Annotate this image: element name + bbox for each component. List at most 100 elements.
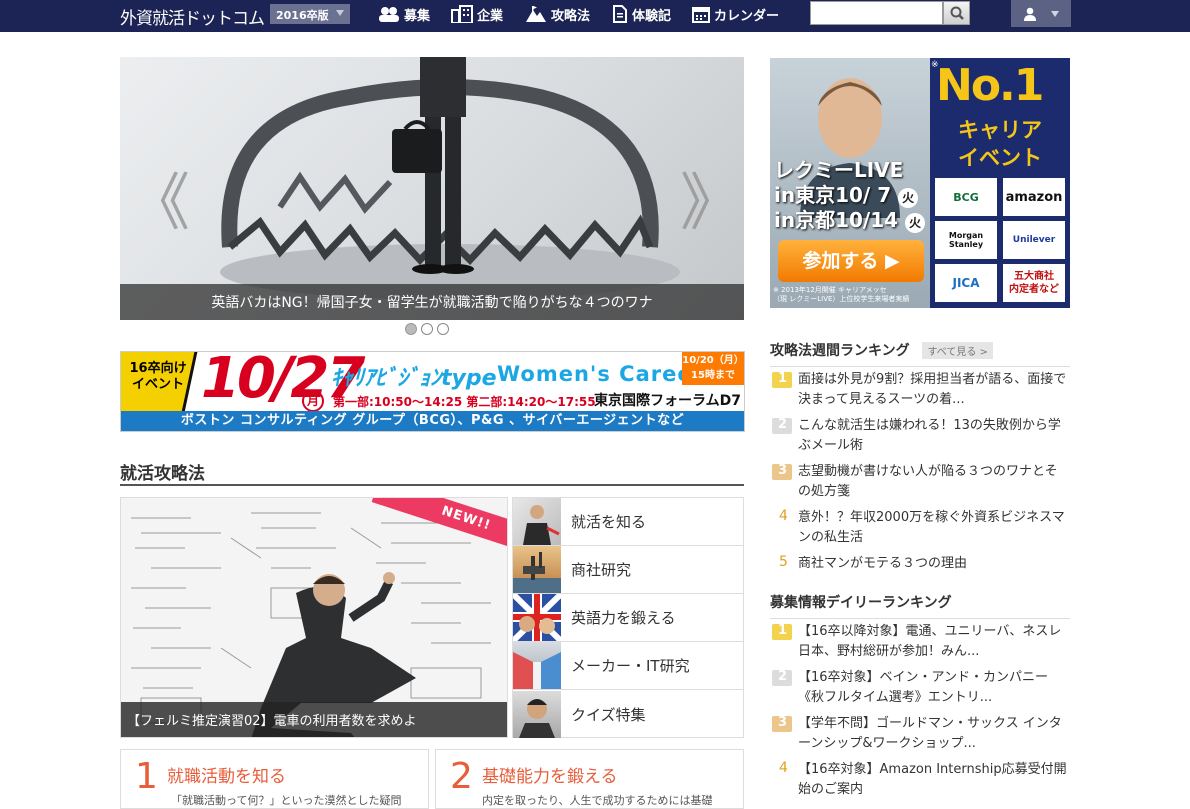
- next-slide-arrow[interactable]: 》: [680, 152, 742, 242]
- nav-item-recruit[interactable]: 募集: [378, 0, 430, 28]
- logo-jica: JICA: [935, 264, 997, 302]
- menu-item-label: メーカー・IT研究: [571, 657, 690, 675]
- logo-bcg: BCG: [935, 178, 997, 216]
- nav-item-calendar[interactable]: カレンダー: [692, 0, 779, 28]
- slider-dots: [405, 323, 449, 335]
- menu-item-maker-it[interactable]: メーカー・IT研究: [513, 642, 743, 690]
- logo-morgan-stanley: Morgan Stanley: [935, 221, 997, 259]
- slider-dot[interactable]: [405, 323, 417, 335]
- logo-unilever: Unilever: [1003, 221, 1065, 259]
- search-button[interactable]: [943, 1, 970, 25]
- nav-item-label: 募集: [404, 8, 431, 24]
- logo-trading-companies: 五大商社 内定者など: [1003, 264, 1065, 302]
- step-box-1[interactable]: 1 就職活動を知る 「就職活動って何？」といった漠然とした疑問: [120, 749, 429, 809]
- ranking-item-text: 【16卒以降対象】電通、ユニリーバ、ネスレ日本、野村総研が参加！みん...: [798, 624, 1062, 659]
- chevron-down-icon: [1051, 10, 1059, 17]
- menu-item-job-hunting[interactable]: 就活を知る: [513, 498, 743, 546]
- menu-item-quiz[interactable]: クイズ特集: [513, 690, 743, 738]
- nav-item-companies[interactable]: 企業: [451, 0, 503, 28]
- ad-live: レクミーLIVE: [774, 158, 904, 182]
- rank-number: 4: [779, 508, 788, 524]
- site-logo[interactable]: 外資就活ドットコム: [120, 4, 265, 29]
- search-input[interactable]: [810, 1, 943, 25]
- rank-number-text: 2: [778, 669, 788, 684]
- ranking-item[interactable]: 4 【16卒対象】Amazon Internship応募受付開始のご案内: [770, 760, 1070, 800]
- banner-womens-career: Women's Career: [497, 362, 704, 386]
- rank-number: 1: [770, 622, 798, 644]
- step-title: 基礎能力を鍛える: [482, 767, 618, 787]
- rank-number: 2: [770, 668, 798, 690]
- sidebar-ad[interactable]: レクミーLIVE in東京10/ 7 火 in京都10/14 火 参加する ▶ …: [770, 58, 1070, 308]
- year-select[interactable]: 2016卒版: [270, 4, 350, 24]
- step-box-2[interactable]: 2 基礎能力を鍛える 内定を取ったり、人生で成功するためには基礎: [435, 749, 744, 809]
- event-banner[interactable]: 16卒向け イベント 10/27 月 ｷｬﾘｱﾋﾞｼﾞｮﾝtype Women'…: [120, 351, 745, 432]
- ranking-item[interactable]: 3 【学年不問】ゴールドマン・サックス インターンシップ&ワークショップ...: [770, 714, 1070, 754]
- nav-item-label: 企業: [477, 8, 504, 24]
- banner-deadline: 10/20（月） 15時まで: [682, 352, 744, 385]
- ad-fineprint-line: （現 レクミーLIVE）上位校学生来場者実績: [773, 295, 910, 303]
- rank-number-text: 2: [778, 417, 788, 432]
- hero-slider[interactable]: 《 》 英語バカはNG！帰国子女・留学生が就職活動で陥りがちな４つのワナ: [120, 57, 744, 320]
- crown-icon: 1: [772, 623, 792, 640]
- nav-item-label: 体験記: [632, 8, 672, 24]
- ad-fineprint: ※ 2013年12月開催 キャリアメッセ （現 レクミーLIVE）上位校学生来場者…: [773, 286, 909, 304]
- banner-tag: 16卒向け イベント: [121, 352, 198, 412]
- ranking-item[interactable]: 4 意外！？年収2000万を稼ぐ外資系ビジネスマンの私生活: [770, 508, 1070, 548]
- menu-item-trading-company[interactable]: 商社研究: [513, 546, 743, 594]
- ranking-item-text: 志望動機が書けない人が陥る３つのワナとその処方箋: [798, 464, 1058, 499]
- feature-article[interactable]: NEW!! 【フェルミ推定演習02】電車の利用者数を求めよ: [120, 497, 508, 738]
- crown-icon: 2: [772, 669, 792, 686]
- ad-join-button[interactable]: 参加する ▶: [778, 240, 924, 282]
- nav-item-strategy[interactable]: 攻略法: [525, 0, 590, 28]
- ranking-item[interactable]: 2 【16卒対象】ベイン・アンド・カンパニー《秋フルタイム選考》エントリ...: [770, 668, 1070, 708]
- ranking-item[interactable]: 1 【16卒以降対象】電通、ユニリーバ、ネスレ日本、野村総研が参加！みん...: [770, 622, 1070, 662]
- nav-item-stories[interactable]: 体験記: [612, 0, 671, 28]
- slider-dot[interactable]: [437, 323, 449, 335]
- hero-caption[interactable]: 英語バカはNG！帰国子女・留学生が就職活動で陥りがちな４つのワナ: [120, 284, 744, 320]
- hero-image: [220, 57, 680, 300]
- ad-kyoto-date: in京都10/14: [774, 208, 899, 232]
- rank-number: 4: [779, 760, 788, 776]
- ad-weekday-badge: 火: [905, 213, 926, 233]
- menu-item-english[interactable]: 英語力を鍛える: [510, 591, 743, 644]
- ranking-item[interactable]: 5 商社マンがモテる３つの理由: [770, 554, 1070, 576]
- menu-thumb-image: [510, 591, 564, 644]
- banner-venue: 東京国際フォーラムD7: [594, 393, 741, 409]
- slider-dot[interactable]: [421, 323, 433, 335]
- ranking-item[interactable]: 3 志望動機が書けない人が陥る３つのワナとその処方箋: [770, 462, 1070, 502]
- rank-number-text: 3: [778, 715, 788, 730]
- ranking-item-text: 【16卒対象】Amazon Internship応募受付開始のご案内: [798, 762, 1067, 797]
- section-title: 就活攻略法: [120, 459, 744, 486]
- ad-tokyo-date: in東京10/ 7: [774, 183, 892, 207]
- step-number: 2: [450, 756, 473, 797]
- rank-number-text: 1: [778, 623, 788, 638]
- strategy-menu: 就活を知る 商社研究 英語力を鍛える メーカー・IT研究 クイズ特集: [510, 497, 744, 738]
- daily-ranking-list: 1 【16卒以降対象】電通、ユニリーバ、ネスレ日本、野村総研が参加！みん... 2 【…: [770, 622, 1070, 806]
- see-all-link[interactable]: すべて見る >: [922, 342, 993, 359]
- banner-weekday: 月: [302, 390, 324, 412]
- search-icon: [950, 6, 964, 20]
- prev-slide-arrow[interactable]: 《: [128, 152, 190, 242]
- user-menu-button[interactable]: [1011, 0, 1071, 27]
- ad-tokyo: in東京10/ 7 火: [774, 183, 925, 208]
- user-icon: [1024, 7, 1036, 21]
- weekly-ranking-list: 1 面接は外見が9割？採用担当者が語る、面接で決まって見えるスーツの着... 2 こん…: [770, 370, 1070, 582]
- feature-caption[interactable]: 【フェルミ推定演習02】電車の利用者数を求めよ: [121, 702, 507, 737]
- banner-times: 第一部:10:50〜14:25 第二部:14:20〜17:55: [333, 395, 596, 409]
- rank-number: 5: [779, 554, 788, 570]
- ranking-item[interactable]: 2 こんな就活生は嫌われる！13の失敗例から学ぶメール術: [770, 416, 1070, 456]
- menu-item-label: 就活を知る: [571, 513, 647, 531]
- daily-ranking-title: 募集情報デイリーランキング: [770, 592, 1070, 619]
- nav-item-label: カレンダー: [714, 8, 780, 24]
- calendar-icon: [692, 7, 710, 23]
- menu-item-label: 商社研究: [571, 561, 632, 579]
- ranking-item-text: 意外！？年収2000万を稼ぐ外資系ビジネスマンの私生活: [798, 510, 1065, 545]
- logo-amazon: amazon: [1003, 178, 1065, 216]
- crown-icon: 3: [772, 463, 792, 480]
- ad-fineprint-line: ※ 2013年12月開催 キャリアメッセ: [773, 286, 887, 294]
- ranking-item[interactable]: 1 面接は外見が9割？採用担当者が語る、面接で決まって見えるスーツの着...: [770, 370, 1070, 410]
- menu-item-label: 英語力を鍛える: [571, 609, 676, 627]
- menu-thumb-image: [513, 642, 561, 689]
- step-title: 就職活動を知る: [167, 767, 286, 787]
- ad-event-dates: レクミーLIVE in東京10/ 7 火 in京都10/14 火: [774, 158, 926, 233]
